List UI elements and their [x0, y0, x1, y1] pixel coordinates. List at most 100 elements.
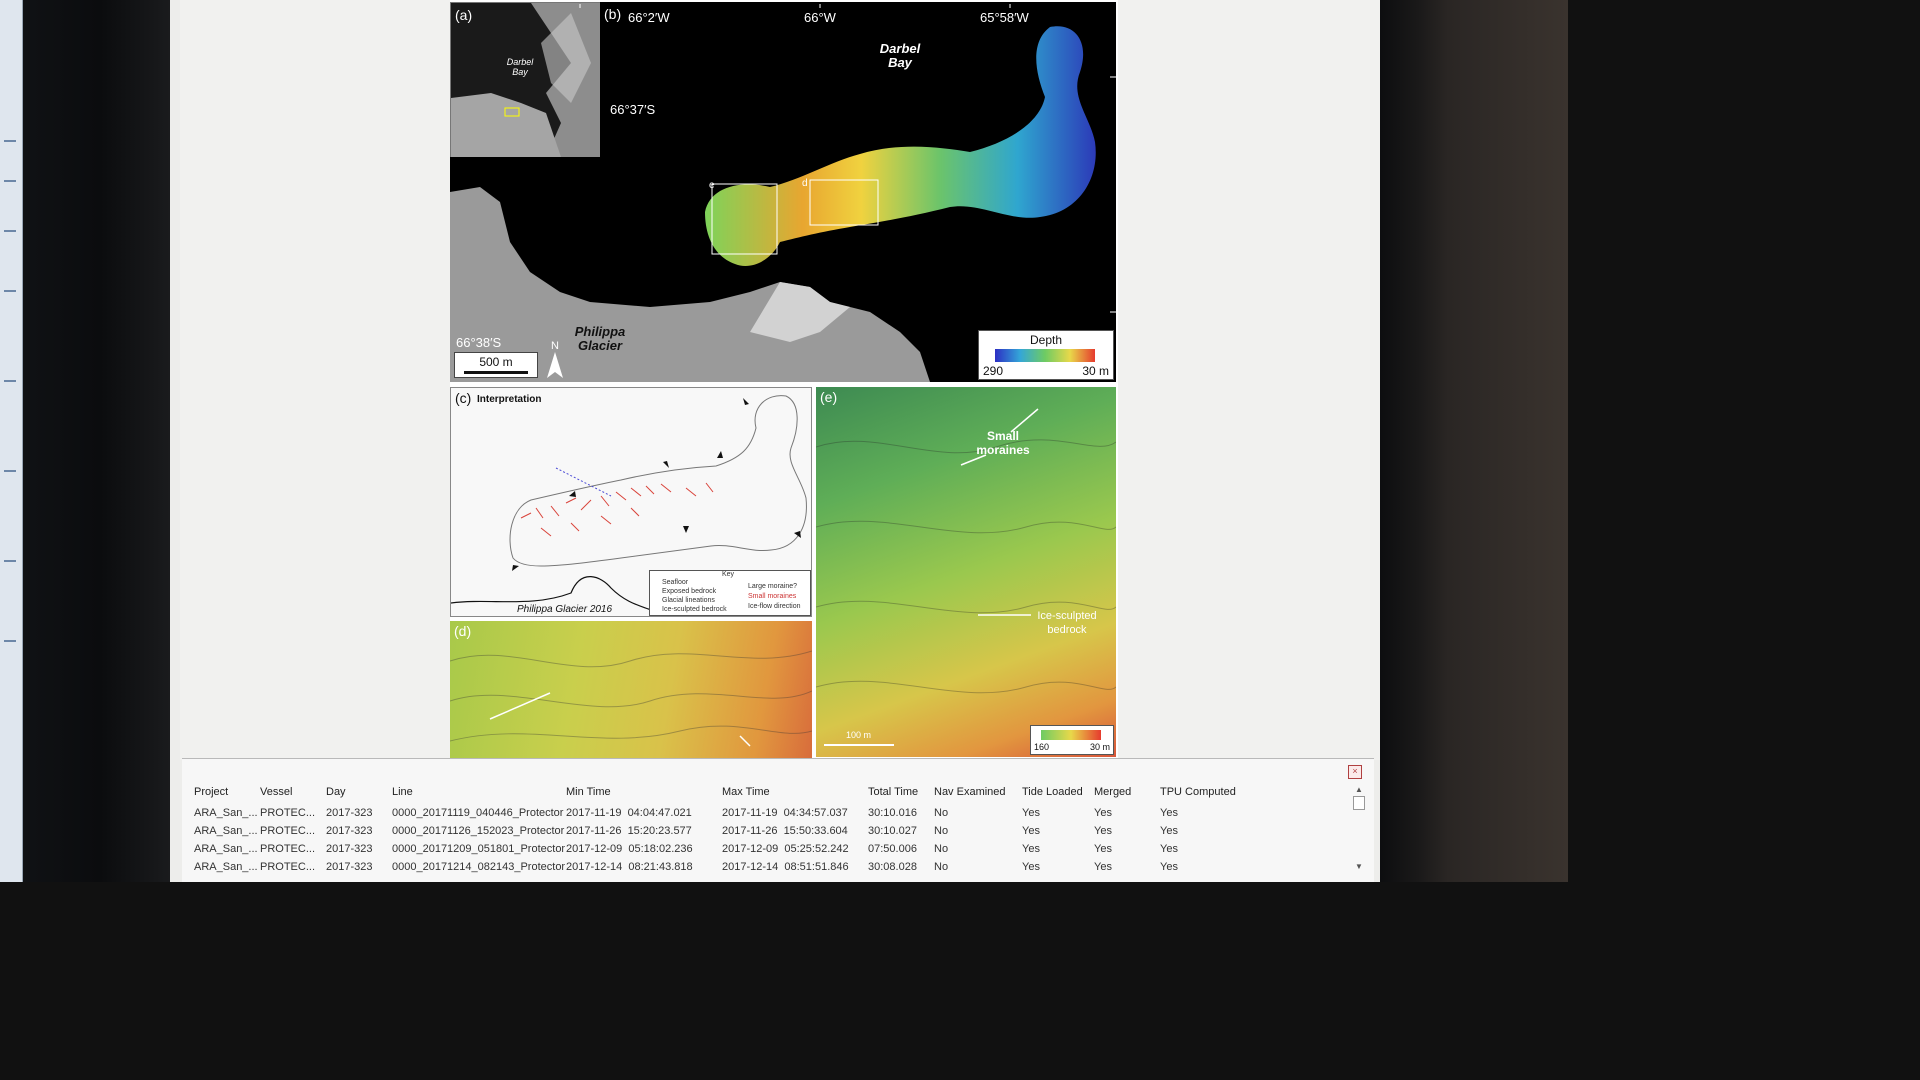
- depth-legend-max: 30 m: [1082, 364, 1109, 378]
- depth-legend: Depth 290 30 m: [978, 330, 1114, 380]
- table-cell: No: [934, 807, 949, 819]
- scale-bar-label: 500 m: [479, 355, 513, 369]
- table-cell: Yes: [1094, 843, 1112, 855]
- scroll-up-icon[interactable]: ▲: [1352, 785, 1366, 794]
- table-cell: PROTEC...: [260, 843, 316, 855]
- table-cell: 2017-11-26 15:50:33.604: [722, 825, 848, 837]
- table-cell: 2017-323: [326, 825, 373, 837]
- north-label: N: [551, 340, 559, 352]
- table-cell: Yes: [1094, 807, 1112, 819]
- table-cell: Yes: [1160, 825, 1178, 837]
- table-cell: 2017-323: [326, 843, 373, 855]
- monitor-bezel-right: [1378, 0, 1568, 882]
- column-header[interactable]: TPU Computed: [1160, 786, 1236, 798]
- column-header[interactable]: Max Time: [722, 786, 770, 798]
- panel-b-label: (b): [604, 6, 622, 22]
- philippa-glacier-label: Philippa Glacier: [574, 324, 626, 353]
- column-header[interactable]: Merged: [1094, 786, 1131, 798]
- depth-legend-min: 290: [983, 364, 1004, 378]
- key-item: Exposed bedrock: [662, 588, 717, 595]
- interpretation-key: Key Seafloor Exposed bedrock Glacial lin…: [649, 570, 811, 616]
- column-header[interactable]: Tide Loaded: [1022, 786, 1083, 798]
- app-side-toolbar[interactable]: [0, 0, 23, 882]
- table-cell: Yes: [1094, 861, 1112, 873]
- table-cell: 2017-11-19 04:34:57.037: [722, 807, 848, 819]
- table-cell: PROTEC...: [260, 825, 316, 837]
- box-label-d: d: [802, 178, 808, 189]
- table-cell: ARA_San_...: [194, 825, 258, 837]
- table-cell: 2017-323: [326, 807, 373, 819]
- column-header[interactable]: Project: [194, 786, 228, 798]
- panel-e-depth-legend: 160 30 m: [1030, 725, 1114, 755]
- column-header[interactable]: Line: [392, 786, 413, 798]
- lat-tick-label: 66°38′S: [456, 335, 502, 350]
- column-header[interactable]: Total Time: [868, 786, 918, 798]
- figure: (a) Darbel Bay (b) 66°2′W 66°W 65°58′W 6…: [450, 0, 1118, 760]
- panel-e-detail-map: (e) Small moraines Ice-sculpted bedrock …: [816, 387, 1116, 757]
- depth-legend-title: Depth: [1029, 333, 1063, 347]
- glacier-2016-label: Philippa Glacier 2016: [517, 604, 613, 615]
- table-cell: No: [934, 861, 949, 873]
- key-item: Seafloor: [662, 579, 689, 586]
- column-header[interactable]: Vessel: [260, 786, 292, 798]
- key-item: Ice-flow direction: [748, 603, 801, 610]
- table-cell: 2017-11-19 04:04:47.021: [566, 807, 692, 819]
- close-icon[interactable]: ×: [1348, 765, 1362, 779]
- table-cell: 0000_20171209_051801_Protector: [392, 843, 566, 855]
- key-item: Ice-sculpted bedrock: [662, 606, 727, 613]
- table-cell: 2017-12-09 05:25:52.242: [722, 843, 849, 855]
- table-cell: Yes: [1094, 825, 1112, 837]
- panel-c-title: Interpretation: [477, 394, 542, 405]
- table-cell: ARA_San_...: [194, 807, 258, 819]
- survey-lines-table: × Project Vessel Day Line Min Time Max Time To…: [182, 758, 1374, 882]
- screen: (a) Darbel Bay (b) 66°2′W 66°W 65°58′W 6…: [170, 0, 1380, 882]
- table-cell: 2017-323: [326, 861, 373, 873]
- key-title: Key: [722, 571, 735, 578]
- key-item: Glacial lineations: [662, 597, 715, 604]
- table-cell: No: [934, 825, 949, 837]
- panel-e-label: (e): [820, 389, 838, 405]
- table-cell: 30:10.027: [868, 825, 917, 837]
- north-arrow-icon: N: [545, 340, 565, 380]
- lon-tick-label: 66°W: [804, 10, 836, 25]
- table-cell: 2017-12-09 05:18:02.236: [566, 843, 693, 855]
- depth-color-ramp: [995, 349, 1095, 362]
- panel-e-scale-label: 100 m: [846, 730, 872, 740]
- lat-tick-label: 66°37′S: [610, 102, 656, 117]
- table-cell: 2017-12-14 08:51:51.846: [722, 861, 849, 873]
- table-cell: ARA_San_...: [194, 861, 258, 873]
- column-header[interactable]: Day: [326, 786, 346, 798]
- table-cell: Yes: [1160, 807, 1178, 819]
- table-cell: 30:08.028: [868, 861, 917, 873]
- panel-c-label: (c): [455, 390, 472, 406]
- panel-c-interpretation: (c) Interpretation Philippa Glacier 2016…: [450, 387, 812, 617]
- key-item: Small moraines: [748, 593, 797, 600]
- table-cell: Yes: [1022, 825, 1040, 837]
- panel-b-bathymetry-map: (b) 66°2′W 66°W 65°58′W 66°37′S 66°38′S …: [450, 2, 1116, 382]
- scroll-thumb[interactable]: [1353, 796, 1365, 810]
- table-cell: ARA_San_...: [194, 843, 258, 855]
- table-cell: 0000_20171214_082143_Protector: [392, 861, 566, 873]
- table-cell: No: [934, 843, 949, 855]
- lon-tick-label: 66°2′W: [628, 10, 670, 25]
- panel-d-detail-map: (d): [450, 621, 812, 760]
- scroll-down-icon[interactable]: ▼: [1352, 862, 1366, 871]
- table-cell: PROTEC...: [260, 861, 316, 873]
- table-cell: Yes: [1022, 861, 1040, 873]
- panel-d-label: (d): [454, 623, 472, 639]
- table-cell: 2017-12-14 08:21:43.818: [566, 861, 693, 873]
- table-cell: 30:10.016: [868, 807, 917, 819]
- vertical-scrollbar[interactable]: ▲ ▼: [1352, 785, 1366, 879]
- key-item: Large moraine?: [748, 583, 798, 590]
- column-header[interactable]: Min Time: [566, 786, 611, 798]
- lon-tick-label: 65°58′W: [980, 10, 1029, 25]
- column-header[interactable]: Nav Examined: [934, 786, 1006, 798]
- table-cell: 2017-11-26 15:20:23.577: [566, 825, 692, 837]
- darbel-bay-label: Darbel Bay: [879, 41, 921, 70]
- box-label-e: e: [709, 180, 715, 191]
- table-cell: Yes: [1022, 807, 1040, 819]
- scale-bar-500m: 500 m: [454, 352, 538, 378]
- table-cell: Yes: [1022, 843, 1040, 855]
- ice-sculpted-bedrock-annotation: Ice-sculpted bedrock: [1037, 610, 1097, 636]
- table-cell: 0000_20171126_152023_Protector: [392, 825, 565, 837]
